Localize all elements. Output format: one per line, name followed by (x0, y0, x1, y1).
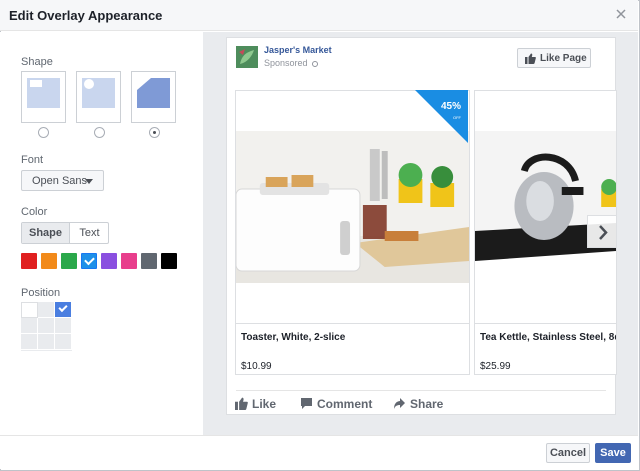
font-label: Font (21, 154, 44, 166)
overlay-discount-text: 45% (441, 101, 462, 112)
font-value: Open Sans (32, 175, 88, 187)
position-bottom-left[interactable] (21, 334, 38, 350)
color-label: Color (21, 206, 48, 218)
color-swatch[interactable] (121, 253, 137, 269)
sponsored-text: Sponsored (264, 58, 308, 68)
thumbs-up-icon (525, 53, 536, 64)
actions-divider (236, 390, 606, 391)
share-icon (394, 398, 405, 409)
position-bottom-right[interactable] (55, 334, 72, 350)
product-name: Tea Kettle, Stainless Steel, 8qt (480, 332, 617, 343)
comment-icon (301, 398, 312, 409)
like-page-label: Like Page (540, 53, 587, 64)
shape-radio-2[interactable] (94, 127, 105, 138)
close-icon[interactable] (614, 7, 628, 21)
tab-shape[interactable]: Shape (22, 223, 69, 243)
position-top-center[interactable] (38, 302, 55, 318)
position-label: Position (21, 287, 61, 299)
color-swatch[interactable] (61, 253, 77, 269)
shape-radio-1[interactable] (38, 127, 49, 138)
chevron-right-icon (599, 225, 608, 240)
position-top-left[interactable] (21, 302, 38, 318)
product-price: $10.99 (241, 361, 272, 372)
tab-text[interactable]: Text (69, 223, 109, 243)
shape-radio-3[interactable] (149, 127, 160, 138)
color-swatch[interactable] (41, 253, 57, 269)
shape-label: Shape (21, 56, 53, 68)
chevron-down-icon (85, 179, 93, 184)
share-label: Share (410, 397, 444, 411)
color-swatch[interactable] (161, 253, 177, 269)
dialog-title: Edit Overlay Appearance (9, 8, 163, 23)
shape-option-3[interactable] (131, 71, 176, 123)
overlay-discount-sub: OFF (453, 115, 461, 120)
dialog-header: Edit Overlay Appearance (0, 0, 638, 31)
page-name-link[interactable]: Jasper's Market (264, 45, 332, 55)
product-divider (236, 323, 469, 324)
color-swatch[interactable] (101, 253, 117, 269)
position-middle-center[interactable] (38, 318, 55, 334)
shape-option-2[interactable] (76, 71, 121, 123)
globe-icon (312, 60, 319, 67)
position-middle-left[interactable] (21, 318, 38, 334)
kettle-product-image (475, 131, 616, 283)
like-label: Like (252, 397, 277, 411)
page-avatar (236, 46, 258, 68)
avatar-leaf-icon (236, 46, 258, 68)
position-top-right[interactable] (55, 302, 72, 318)
carousel-next-button[interactable] (587, 215, 617, 248)
save-button[interactable]: Save (595, 443, 631, 463)
position-middle-right[interactable] (55, 318, 72, 334)
toaster-product-image (236, 131, 469, 283)
shape-preview-mark (84, 79, 94, 89)
color-swatch[interactable] (81, 253, 97, 269)
dialog-footer (0, 435, 638, 469)
product-divider (475, 323, 616, 324)
font-select[interactable]: Open Sans (21, 170, 104, 191)
like-page-button[interactable]: Like Page (517, 48, 591, 68)
color-swatch[interactable] (141, 253, 157, 269)
product-name: Toaster, White, 2-slice (241, 332, 346, 343)
position-grid (21, 302, 72, 351)
product-price: $25.99 (480, 361, 511, 372)
shape-preview-mark (30, 80, 42, 87)
shape-option-1[interactable] (21, 71, 66, 123)
sponsored-label: Sponsored (264, 58, 319, 68)
position-bottom-center[interactable] (38, 334, 55, 350)
check-icon (84, 254, 95, 266)
thumbs-up-icon (235, 397, 248, 410)
shape-preview-corner (137, 78, 170, 108)
check-icon (58, 302, 68, 313)
comment-label: Comment (317, 397, 373, 411)
cancel-button[interactable]: Cancel (546, 443, 590, 463)
color-target-tabs: Shape Text (21, 222, 109, 244)
color-swatch[interactable] (21, 253, 37, 269)
